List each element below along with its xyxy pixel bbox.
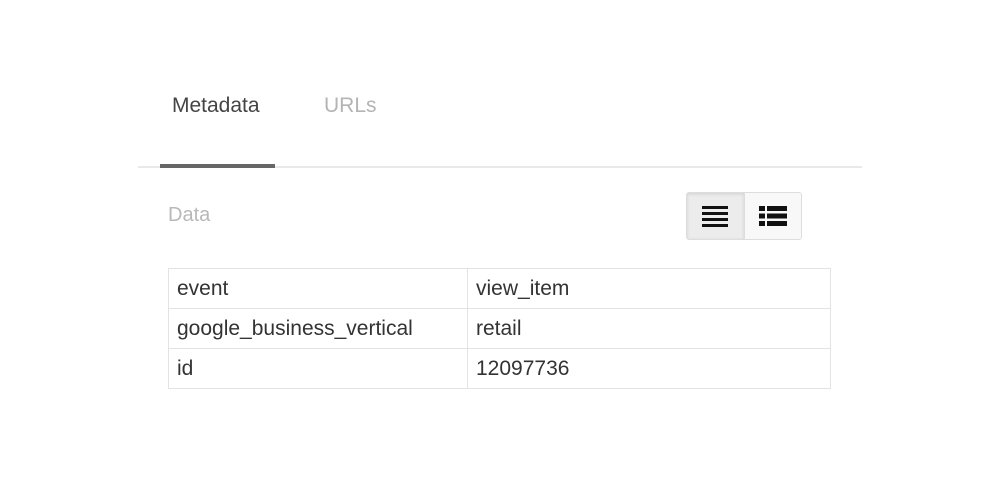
detailed-list-view-button[interactable] [744,193,801,239]
row-key: google_business_vertical [168,308,468,349]
row-key: id [168,348,468,389]
metadata-table: event view_item google_business_vertical… [168,268,831,389]
view-toggle [686,192,802,240]
table-row: event view_item [168,268,831,309]
list-view-icon [702,206,729,227]
detailed-list-view-icon [758,206,787,226]
row-value: 12097736 [467,348,831,389]
list-view-button[interactable] [687,193,745,239]
row-value: view_item [467,268,831,309]
metadata-panel: Metadata URLs Data event view_item googl… [0,0,1000,501]
tab-metadata[interactable]: Metadata [172,94,260,118]
tab-bar: Metadata URLs [138,80,862,168]
row-key: event [168,268,468,309]
section-label-data: Data [168,204,211,226]
tab-urls[interactable]: URLs [324,94,377,118]
table-row: google_business_vertical retail [168,308,831,349]
row-value: retail [467,308,831,349]
active-tab-indicator [160,164,275,168]
table-row: id 12097736 [168,348,831,389]
